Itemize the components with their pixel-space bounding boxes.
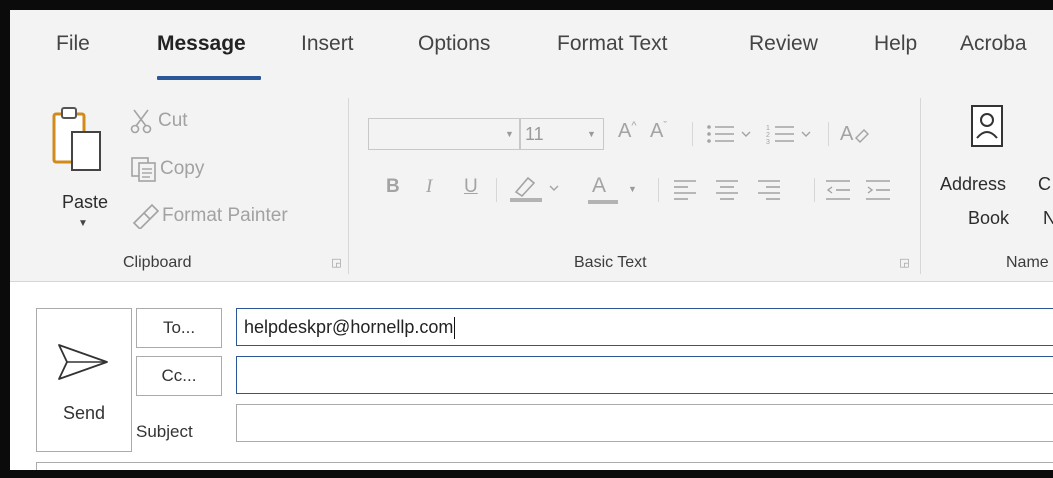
address-book-icon xyxy=(971,105,1003,147)
font-color-swatch xyxy=(588,200,618,204)
format-painter-button[interactable]: Format Painter xyxy=(130,201,288,231)
svg-text:1: 1 xyxy=(766,125,770,132)
divider xyxy=(496,178,497,202)
divider xyxy=(692,122,693,146)
grow-font-label: A xyxy=(618,120,632,142)
tab-help[interactable]: Help xyxy=(874,32,917,56)
clear-formatting-icon[interactable]: A xyxy=(840,120,870,146)
paste-icon xyxy=(52,107,101,171)
cut-label: Cut xyxy=(158,110,188,131)
send-label: Send xyxy=(62,403,106,423)
outlook-compose-window: File Message Insert Options Format Text … xyxy=(10,10,1053,470)
group-label-basic-text: Basic Text xyxy=(574,254,647,271)
tab-acrobat[interactable]: Acroba xyxy=(960,32,1027,56)
send-icon xyxy=(58,344,108,380)
paste-label: Paste xyxy=(62,192,109,212)
group-label-clipboard: Clipboard xyxy=(123,254,192,271)
check-names-label-partial: C xyxy=(1038,174,1051,194)
tab-format-text[interactable]: Format Text xyxy=(557,32,667,56)
grow-font-button[interactable]: A^ xyxy=(618,120,637,143)
to-field[interactable]: helpdeskpr@hornellp.com xyxy=(236,308,1053,346)
to-button[interactable]: To... xyxy=(136,308,222,348)
paste-button[interactable]: Paste ▼ xyxy=(48,104,118,234)
svg-text:A: A xyxy=(840,123,854,145)
underline-button[interactable]: U xyxy=(464,176,478,198)
cc-button[interactable]: Cc... xyxy=(136,356,222,396)
highlight-icon[interactable] xyxy=(510,174,576,204)
svg-text:3: 3 xyxy=(766,139,770,146)
format-painter-label: Format Painter xyxy=(162,205,288,226)
subject-field[interactable] xyxy=(236,404,1053,442)
address-book-button[interactable]: Address Book xyxy=(928,104,1038,244)
address-book-label-line1: Address xyxy=(940,174,1007,194)
divider xyxy=(828,122,829,146)
tab-review[interactable]: Review xyxy=(749,32,818,56)
subject-label: Subject xyxy=(136,422,193,441)
basic-text-dialog-launcher-icon[interactable]: ◲ xyxy=(899,258,910,269)
to-field-value: helpdeskpr@hornellp.com xyxy=(244,309,456,345)
scissors-icon xyxy=(130,109,152,134)
align-right-icon xyxy=(758,180,780,200)
to-address: helpdeskpr@hornellp.com xyxy=(244,317,454,337)
align-center-icon xyxy=(716,180,738,200)
cut-button[interactable]: Cut xyxy=(130,106,188,136)
copy-icon xyxy=(131,157,156,182)
chevron-down-icon: ▼ xyxy=(78,218,88,229)
font-size-value: 11 xyxy=(525,124,544,144)
tab-message[interactable]: Message xyxy=(157,32,246,56)
chevron-down-icon: ▼ xyxy=(628,184,637,194)
address-book-label-line2: Book xyxy=(968,208,1010,228)
numbering-icon[interactable]: 1 2 3 xyxy=(766,122,822,146)
ribbon: Paste ▼ Cut Copy Format Painter Clipboar… xyxy=(10,86,1053,282)
copy-button[interactable]: Copy xyxy=(130,154,204,184)
clipboard-dialog-launcher-icon[interactable]: ◲ xyxy=(331,258,342,269)
shrink-font-button[interactable]: Aˇ xyxy=(650,120,667,143)
paintbrush-icon xyxy=(132,203,160,229)
divider xyxy=(658,178,659,202)
indent-buttons xyxy=(826,180,890,200)
chevron-down-icon: ▼ xyxy=(587,129,596,139)
bullets-icon[interactable] xyxy=(706,122,762,146)
font-color-label: A xyxy=(592,174,607,197)
compose-area: Send To... helpdeskpr@hornellp.com Cc...… xyxy=(10,282,1053,470)
bold-button[interactable]: B xyxy=(386,176,400,198)
italic-button[interactable]: I xyxy=(426,176,432,198)
align-buttons xyxy=(674,180,780,200)
shrink-font-label: A xyxy=(650,120,664,142)
font-color-button[interactable]: A xyxy=(592,174,606,198)
align-left-icon xyxy=(674,180,696,200)
ribbon-tabs: File Message Insert Options Format Text … xyxy=(10,10,1053,80)
chevron-down-icon: ▼ xyxy=(505,129,514,139)
increase-indent-icon xyxy=(866,180,890,200)
tab-options[interactable]: Options xyxy=(418,32,490,56)
tab-file[interactable]: File xyxy=(56,32,90,56)
send-button[interactable]: Send xyxy=(36,308,132,452)
copy-label: Copy xyxy=(160,158,205,179)
group-divider xyxy=(348,98,349,274)
tab-insert[interactable]: Insert xyxy=(301,32,354,56)
group-label-names: Name xyxy=(1006,254,1049,271)
check-names-label-partial-2: N xyxy=(1043,208,1053,228)
svg-text:2: 2 xyxy=(766,132,770,139)
text-caret xyxy=(454,317,456,340)
decrease-indent-icon xyxy=(826,180,850,200)
cc-field[interactable] xyxy=(236,356,1053,394)
font-name-combobox[interactable]: ▼ xyxy=(368,118,520,150)
group-divider xyxy=(920,98,921,274)
message-body[interactable] xyxy=(36,462,1053,470)
active-tab-indicator xyxy=(157,76,261,80)
divider xyxy=(814,178,815,202)
